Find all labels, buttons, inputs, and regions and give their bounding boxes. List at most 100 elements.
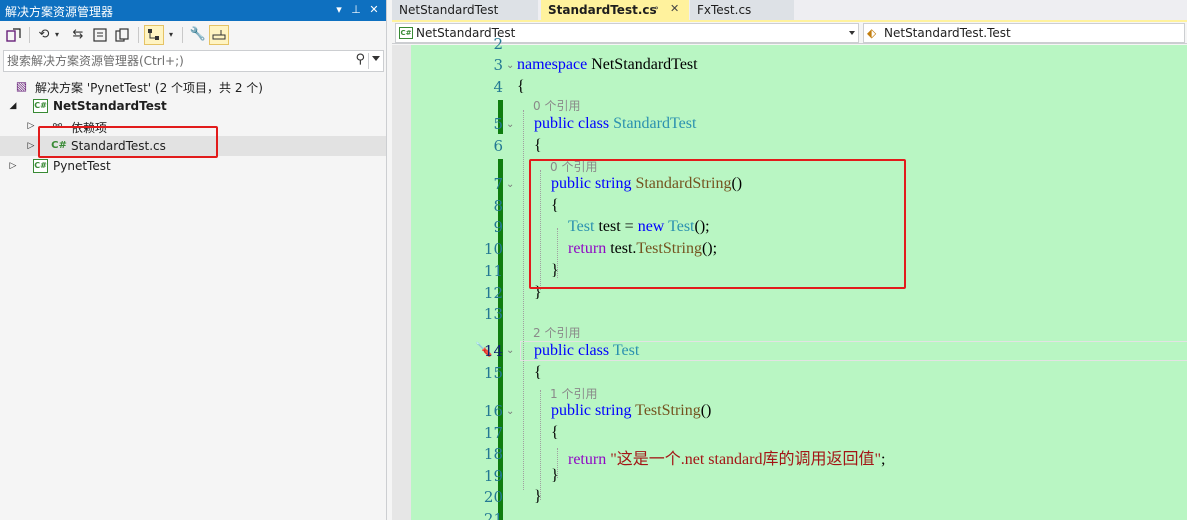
line-number: 19 [483,467,503,485]
line-number: 8 [493,197,503,215]
csharp-project-icon: C# [33,159,48,173]
code-line[interactable]: 21 [411,508,1187,520]
code-line[interactable]: 4{ [411,76,1187,98]
code-line[interactable]: 14 public class Test [411,340,1187,362]
search-icon[interactable]: ⚲ [355,52,365,67]
line-number: 5 [493,115,503,133]
line-number: 12 [483,284,503,302]
code-text: namespace NetStandardTest [517,56,698,74]
auto-hide-pin-icon[interactable]: ⊥ [348,2,364,18]
code-token: public [534,342,574,359]
tab-label: NetStandardTest [399,3,499,17]
line-number: 15 [483,364,503,382]
codelens-references[interactable]: 2 个引用 [533,324,580,341]
sync-with-active-document-icon[interactable]: ⇆ [68,25,88,45]
search-input[interactable] [7,53,347,69]
code-token: class [578,115,610,132]
code-token: } [534,488,542,505]
highlight-annotation-box [529,159,906,289]
line-number: 18 [483,445,503,463]
code-text: { [534,137,542,155]
line-number: 9 [493,218,503,236]
solution-icon: ▧ [15,79,28,93]
tree-item-label: NetStandardTest [53,99,167,113]
line-number: 17 [483,424,503,442]
code-line[interactable]: 18 return "这是一个.net standard库的调用返回值"; [411,443,1187,468]
search-options-dropdown-icon[interactable] [372,56,380,61]
collapsed-arrow-icon[interactable]: ▷ [26,140,36,152]
line-number: 16 [483,402,503,420]
code-line[interactable]: 19} [411,465,1187,487]
switch-views-icon[interactable] [4,25,24,45]
chevron-down-icon[interactable]: ▾ [166,25,176,45]
solution-explorer-search[interactable]: ⚲ [3,50,384,72]
code-line[interactable]: 17 { [411,422,1187,444]
line-number: 2 [493,35,503,53]
code-token: string [595,402,632,419]
show-all-files-icon[interactable] [112,25,132,45]
code-text: { [551,424,559,442]
csharp-project-icon: C# [33,99,48,113]
code-token: { [551,424,559,441]
code-text: public class Test [534,342,639,360]
preview-selected-items-icon[interactable] [209,25,229,45]
collapsed-arrow-icon[interactable]: ▷ [8,160,18,172]
close-panel-icon[interactable]: ✕ [366,2,382,18]
window-position-dropdown-icon[interactable]: ▾ [331,2,347,18]
code-text: } [534,488,542,506]
solution-explorer-title-bar: 解决方案资源管理器 ▾ ⊥ ✕ [0,0,386,21]
code-token: { [534,137,542,154]
code-token: { [534,364,542,381]
code-line[interactable]: 13 [411,303,1187,325]
line-number: 13 [483,305,503,323]
codelens-references[interactable]: 0 个引用 [533,97,580,114]
view-class-diagram-icon[interactable] [144,25,164,45]
code-text: } [551,467,559,485]
pending-changes-filter-icon[interactable]: ⟲ [34,25,54,45]
tab-standardtest-cs[interactable]: StandardTest.cs ⊸ ✕ [541,0,689,20]
collapsed-arrow-icon[interactable]: ▷ [26,120,36,132]
code-editor: NetStandardTest StandardTest.cs ⊸ ✕ FxTe… [392,0,1187,520]
solution-explorer-panel: 解决方案资源管理器 ▾ ⊥ ✕ ⟲ ▾ ⇆ ▾ 🔧 ⚲ [0,0,387,520]
line-number: 14 [483,342,503,360]
tree-item-solution[interactable]: ▧ 解决方案 'PynetTest' (2 个项目，共 2 个) [0,76,386,96]
tab-label: StandardTest.cs [548,3,657,17]
code-line[interactable]: 3 namespace NetStandardTest [411,54,1187,76]
line-number: 11 [483,262,503,280]
code-token: class [578,342,610,359]
line-number: 10 [483,240,503,258]
chevron-down-icon[interactable]: ▾ [52,25,62,45]
tab-fxtest-cs[interactable]: FxTest.cs [690,0,794,20]
code-line[interactable]: 20} [411,486,1187,508]
code-token: NetStandardTest [591,56,698,73]
code-text: { [517,78,525,96]
line-number: 4 [493,78,503,96]
solution-explorer-title: 解决方案资源管理器 [5,5,114,19]
collapse-all-icon[interactable] [90,25,110,45]
expanded-arrow-icon[interactable]: ◢ [8,100,18,112]
code-token: () [700,402,712,419]
properties-wrench-icon[interactable]: 🔧 [188,25,208,45]
code-line[interactable]: 5 public class StandardTest [411,113,1187,135]
tree-item-netstandardtest[interactable]: ◢ C# NetStandardTest [0,96,386,116]
code-text: public string TestString() [551,402,711,420]
code-token: Test [612,342,640,359]
close-tab-icon[interactable]: ✕ [670,2,679,15]
code-line[interactable]: 16 public string TestString() [411,400,1187,422]
pin-tab-icon[interactable]: ⊸ [650,3,658,14]
editor-margin [392,45,411,520]
code-line[interactable]: 15 { [411,362,1187,384]
code-line[interactable]: 6{ [411,135,1187,157]
tab-netstandardtest[interactable]: NetStandardTest [392,0,538,20]
tree-item-pynettest[interactable]: ▷ C# PynetTest [0,156,386,176]
tree-item-label: 解决方案 'PynetTest' (2 个项目，共 2 个) [35,81,263,95]
code-line[interactable]: 2 [411,33,1187,55]
code-text: { [534,364,542,382]
document-tab-strip: NetStandardTest StandardTest.cs ⊸ ✕ FxTe… [392,0,1187,20]
line-number: 6 [493,137,503,155]
line-number: 3 [493,56,503,74]
code-token: } [551,467,559,484]
code-area[interactable]: ⌄ ⌄ ⌄ ⌄ ⌄ 0 个引用 0 个引用 2 个引用 1 个引用 🪛 2 3 na… [392,35,1187,520]
solution-explorer-toolbar: ⟲ ▾ ⇆ ▾ 🔧 [0,21,386,49]
code-text: public class StandardTest [534,115,696,133]
